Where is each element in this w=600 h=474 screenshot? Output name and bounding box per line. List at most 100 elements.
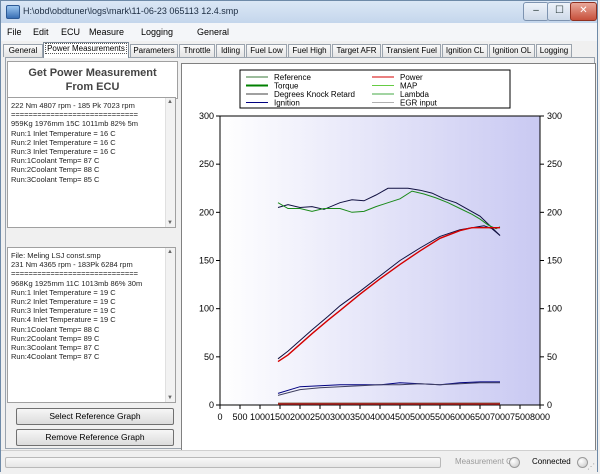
x-tick-label: 0 xyxy=(217,412,222,422)
minimize-button[interactable]: – xyxy=(523,2,549,21)
x-tick-label: 3500 xyxy=(350,412,370,422)
reference-log-line: Run:2 Inlet Temperature = 19 C xyxy=(11,297,116,306)
y-tick-label-right: 50 xyxy=(547,352,557,362)
current-log-line: Run:1 Inlet Temperature = 16 C xyxy=(11,128,116,138)
tab-fuel-high[interactable]: Fuel High xyxy=(288,44,331,57)
tab-strip: General Power Measurements Parameters Th… xyxy=(1,41,597,58)
tab-label: Logging xyxy=(539,46,569,55)
reference-log-line: Run:1 Inlet Temperature = 19 C xyxy=(11,287,116,297)
x-tick-label: 2000 xyxy=(290,412,310,422)
scroll-up-icon[interactable]: ▲ xyxy=(167,249,173,255)
reference-log-line: Run:4Coolant Temp= 87 C xyxy=(11,352,100,362)
y-tick-label-right: 200 xyxy=(547,207,562,217)
tab-parameters[interactable]: Parameters xyxy=(130,44,178,57)
x-tick-label: 2500 xyxy=(310,412,330,422)
menu-edit[interactable]: Edit xyxy=(33,27,49,37)
legend-label: EGR input xyxy=(400,99,438,108)
current-log-line: Run:3Coolant Temp= 85 C xyxy=(11,174,100,184)
x-tick-label: 7500 xyxy=(510,412,530,422)
tab-ignition-cl[interactable]: Ignition CL xyxy=(442,44,488,57)
x-tick-label: 4500 xyxy=(390,412,410,422)
menu-file[interactable]: File xyxy=(7,27,22,37)
tab-label: Idling xyxy=(220,46,241,55)
scroll-down-icon[interactable]: ▼ xyxy=(167,395,173,401)
tab-label: Transient Fuel xyxy=(386,46,437,55)
x-tick-label: 1500 xyxy=(270,412,290,422)
tab-label: Throttle xyxy=(183,46,211,55)
y-tick-label: 200 xyxy=(199,207,214,217)
x-tick-label: 3000 xyxy=(330,412,350,422)
scroll-down-icon[interactable]: ▼ xyxy=(167,220,173,226)
measurement-status: Measurement Off xyxy=(455,457,517,466)
memo-scrollbar[interactable]: ▲ ▼ xyxy=(165,248,175,402)
tab-label: Ignition CL xyxy=(445,46,485,55)
x-tick-label: 7000 xyxy=(490,412,510,422)
tab-label: Ignition OL xyxy=(492,46,532,55)
tab-label: Parameters xyxy=(133,46,175,55)
progress-bar xyxy=(5,457,441,468)
reference-log-line: 968Kg 1925mm 11C 1013mb 86% 30m xyxy=(11,278,143,288)
current-log-line: ============================= xyxy=(11,110,139,120)
current-log-line: Run:3 Inlet Temperature = 16 C xyxy=(11,147,116,156)
title-bar[interactable]: H:\obd\obdtuner\logs\mark\11-06-23 06511… xyxy=(1,1,597,24)
x-tick-label: 5500 xyxy=(430,412,450,422)
y-tick-label: 50 xyxy=(204,352,214,362)
y-tick-label: 100 xyxy=(199,304,214,314)
memo-scrollbar[interactable]: ▲ ▼ xyxy=(165,98,175,227)
tab-fuel-low[interactable]: Fuel Low xyxy=(246,44,287,57)
x-tick-label: 500 xyxy=(232,412,247,422)
resize-grip-icon[interactable]: ⋰ xyxy=(587,462,595,471)
menu-general[interactable]: General xyxy=(197,27,229,37)
remove-reference-graph-button[interactable]: Remove Reference Graph xyxy=(16,429,174,446)
legend-label: Ignition xyxy=(274,99,300,108)
get-power-header[interactable]: Get Power Measurement From ECU xyxy=(7,61,178,99)
header-line-2: From ECU xyxy=(65,81,120,93)
maximize-button[interactable]: ☐ xyxy=(547,2,572,21)
current-log-line: 222 Nm 4807 rpm - 185 Pk 7023 rpm xyxy=(11,101,135,110)
tab-label: Fuel High xyxy=(292,46,327,55)
menu-measure[interactable]: Measure xyxy=(89,27,124,37)
x-tick-label: 1000 xyxy=(250,412,270,422)
plot-area xyxy=(219,115,541,406)
x-tick-label: 4000 xyxy=(370,412,390,422)
y-tick-label: 150 xyxy=(199,256,214,266)
window-title: H:\obd\obdtuner\logs\mark\11-06-23 06511… xyxy=(23,6,239,16)
menu-logging[interactable]: Logging xyxy=(141,27,173,37)
tab-general[interactable]: General xyxy=(3,44,43,57)
current-log-line: Run:2 Inlet Temperature = 16 C xyxy=(11,137,116,147)
reference-log-line: File: Meling LSJ const.smp xyxy=(11,251,101,260)
tab-target-afr[interactable]: Target AFR xyxy=(332,44,381,57)
reference-log-line: Run:1Coolant Temp= 88 C xyxy=(11,324,100,334)
x-tick-label: 6500 xyxy=(470,412,490,422)
x-tick-label: 8000 xyxy=(530,412,550,422)
measurement-led-icon xyxy=(509,457,520,468)
tab-label: Target AFR xyxy=(336,46,377,55)
reference-log-line: Run:4 Inlet Temperature = 19 C xyxy=(11,315,116,325)
tab-label: General xyxy=(8,46,38,55)
y-tick-label-right: 250 xyxy=(547,159,562,169)
reference-log-memo[interactable]: ▲ ▼ File: Meling LSJ const.smp 231 Nm 436… xyxy=(7,247,176,403)
y-tick-label: 250 xyxy=(199,159,214,169)
y-tick-label: 0 xyxy=(209,400,214,410)
tab-ignition-ol[interactable]: Ignition OL xyxy=(489,44,535,57)
scroll-up-icon[interactable]: ▲ xyxy=(167,99,173,105)
tab-label: Power Measurements xyxy=(45,43,127,54)
current-log-line: Run:1Coolant Temp= 87 C xyxy=(11,156,100,166)
close-button[interactable]: ✕ xyxy=(570,2,597,21)
menu-ecu[interactable]: ECU xyxy=(61,27,80,37)
select-reference-graph-button[interactable]: Select Reference Graph xyxy=(16,408,174,425)
y-tick-label-right: 150 xyxy=(547,256,562,266)
power-chart: 0 500 1000 1500 2000 2500 3000 3500 4000 4500 5000… xyxy=(199,69,562,422)
current-log-memo[interactable]: ▲ ▼ 222 Nm 4807 rpm - 185 Pk 7023 rpm ===… xyxy=(7,97,176,228)
tab-transient-fuel[interactable]: Transient Fuel xyxy=(382,44,441,57)
x-tick-label: 6000 xyxy=(450,412,470,422)
tab-throttle[interactable]: Throttle xyxy=(179,44,215,57)
tab-power-measurements[interactable]: Power Measurements xyxy=(43,42,129,58)
reference-log-line: ============================= xyxy=(11,269,139,279)
tab-idling[interactable]: Idling xyxy=(216,44,245,57)
y-tick-label-right: 0 xyxy=(547,400,552,410)
chart-panel: 0 500 1000 1500 2000 2500 3000 3500 4000 4500 5000… xyxy=(181,63,596,451)
status-bar: Measurement Off Connected ⋰ xyxy=(1,450,597,472)
tab-logging[interactable]: Logging xyxy=(536,44,572,57)
tab-label: Fuel Low xyxy=(250,46,283,55)
